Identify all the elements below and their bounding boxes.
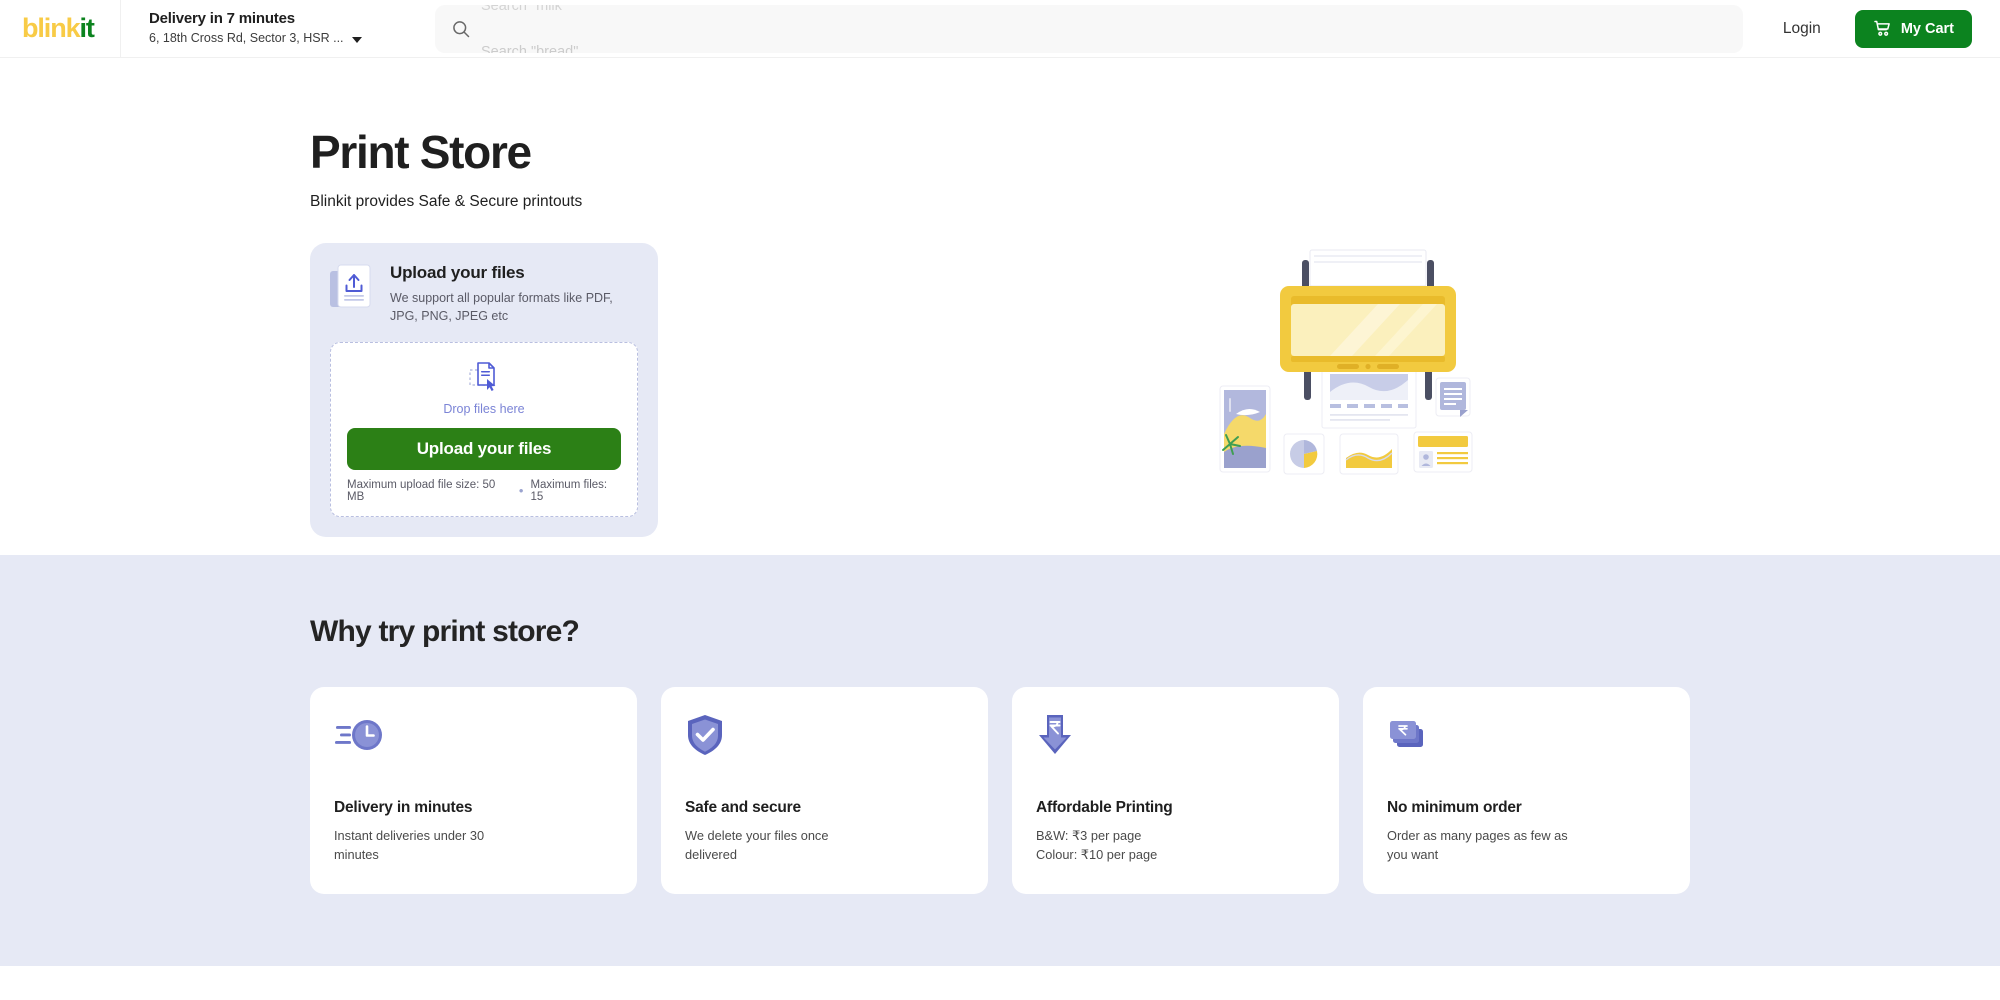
page-title: Print Store [310, 126, 532, 178]
login-link[interactable]: Login [1783, 20, 1821, 38]
upload-card: Upload your files We support all popular… [310, 243, 658, 537]
my-cart-button[interactable]: My Cart [1854, 9, 1972, 48]
page-subtitle: Blinkit provides Safe & Secure printouts [310, 193, 583, 211]
max-file-size-label: Maximum upload file size: 50 MB [347, 478, 496, 503]
logo-text-it: it [79, 13, 95, 43]
feature-card-delivery: Delivery in minutes Instant deliveries u… [310, 687, 637, 895]
feature-card-title: Delivery in minutes [334, 799, 473, 816]
search-bar[interactable]: Search "milk" Search "bread" [435, 4, 1743, 53]
upload-card-description: We support all popular formats like PDF,… [390, 291, 613, 324]
shopping-cart-icon [1874, 20, 1890, 36]
feature-card-title: Affordable Printing [1036, 799, 1173, 816]
upload-card-title: Upload your files [390, 263, 525, 283]
testimonials-section: Proudly serving over 10k+ happy customer… [0, 966, 2000, 1000]
upload-document-icon [330, 264, 371, 308]
limits-separator: • [518, 483, 524, 499]
hero-section: Print Store Blinkit provides Safe & Secu… [0, 58, 2000, 555]
file-dropzone[interactable]: Drop files here Upload your files Maximu… [330, 341, 638, 517]
max-files-label: Maximum files: 15 [530, 478, 608, 503]
chevron-down-icon[interactable] [351, 36, 362, 43]
feature-card-security: Safe and secure We delete your files onc… [661, 687, 988, 895]
my-cart-label: My Cart [1900, 20, 1954, 37]
logo-text-blink: blink [22, 13, 81, 43]
why-section-title: Why try print store? [310, 615, 580, 648]
dropzone-label: Drop files here [443, 401, 525, 416]
search-icon [453, 20, 470, 37]
search-placeholder-carousel: Search "milk" Search "bread" [481, 5, 1727, 53]
feature-card-title: No minimum order [1387, 799, 1522, 816]
file-cursor-icon [469, 361, 496, 391]
rupee-down-arrow-icon [1039, 715, 1071, 754]
search-placeholder-incoming: Search "bread" [481, 43, 579, 53]
upload-your-files-button[interactable]: Upload your files [347, 427, 621, 470]
delivery-time-label: Delivery in 7 minutes [149, 10, 295, 28]
search-placeholder-outgoing: Search "milk" [481, 4, 568, 14]
speed-clock-icon [335, 720, 382, 750]
upload-limits: Maximum upload file size: 50 MB • Maximu… [347, 479, 621, 503]
feature-card-title: Safe and secure [685, 799, 801, 816]
shield-check-icon [688, 715, 722, 755]
printer-illustration [1219, 249, 1473, 475]
feature-card-description: Instant deliveries under 30 minutes [334, 828, 485, 863]
feature-card-description: Order as many pages as few as you want [1387, 828, 1568, 863]
rupee-cards-icon [1390, 721, 1423, 747]
feature-card-description: B&W: ₹3 per page Colour: ₹10 per page [1036, 828, 1158, 863]
header-divider [120, 0, 121, 58]
site-header: blinkit Delivery in 7 minutes 6, 18th Cr… [0, 0, 2000, 58]
feature-card-pricing: Affordable Printing B&W: ₹3 per page Colo… [1012, 687, 1339, 895]
blinkit-logo[interactable]: blinkit [0, 15, 120, 42]
delivery-location-selector[interactable]: Delivery in 7 minutes 6, 18th Cross Rd, … [149, 10, 399, 46]
feature-card-minimum-order: No minimum order Order as many pages as … [1363, 687, 1690, 895]
feature-cards-list: Delivery in minutes Instant deliveries u… [310, 687, 1690, 895]
delivery-address-label: 6, 18th Cross Rd, Sector 3, HSR ... [149, 31, 344, 46]
why-print-store-section: Why try print store? Delivery in minutes… [0, 555, 2000, 967]
feature-card-description: We delete your files once delivered [685, 828, 829, 863]
